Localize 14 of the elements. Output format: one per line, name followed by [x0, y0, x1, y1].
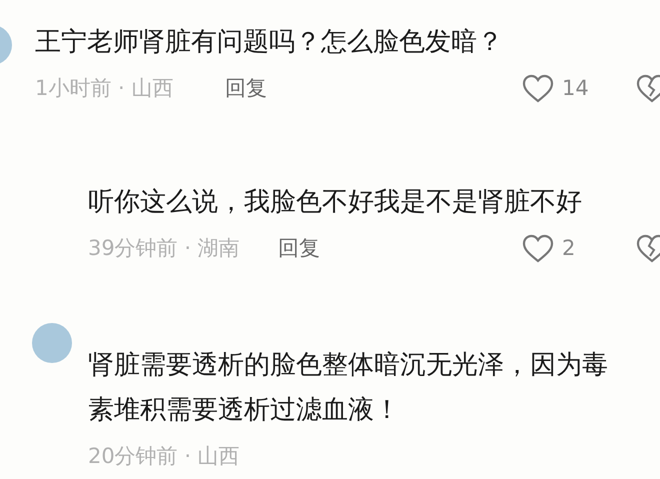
like-count: 14 — [562, 75, 589, 102]
broken-heart-icon[interactable] — [636, 234, 660, 264]
reply-button[interactable]: 回复 — [225, 73, 267, 105]
comment-text: 听你这么说，我脸色不好我是不是肾脏不好 — [88, 186, 583, 219]
heart-icon[interactable] — [522, 74, 554, 104]
broken-heart-icon[interactable] — [636, 74, 660, 104]
comment-text: 肾脏需要透析的脸色整体暗沉无光泽，因为毒素堆积需要透析过滤血液！ — [88, 349, 609, 427]
comment-time-location: 1小时前 · 山西 — [35, 75, 174, 102]
like-count: 2 — [562, 235, 576, 262]
comment-time-location: 39分钟前 · 湖南 — [88, 235, 241, 262]
reply-button[interactable]: 回复 — [278, 233, 320, 265]
heart-icon[interactable] — [522, 234, 554, 264]
comment-text: 王宁老师肾脏有问题吗？怎么脸色发暗？ — [35, 26, 504, 59]
comment-time-location: 20分钟前 · 山西 — [88, 443, 241, 470]
